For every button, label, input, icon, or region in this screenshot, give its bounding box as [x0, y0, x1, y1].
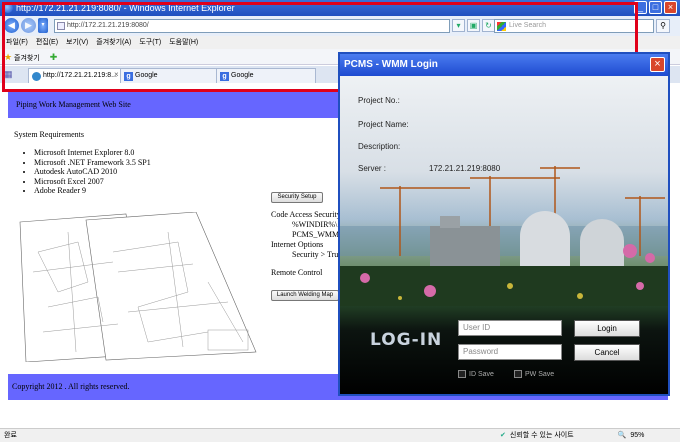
trusted-check-icon: ✔	[500, 432, 506, 439]
security-zone[interactable]: 신뢰할 수 있는 사이트	[510, 429, 574, 442]
list-item: Microsoft .NET Framework 3.5 SP1	[34, 158, 151, 168]
id-save-checkbox[interactable]: ID Save	[458, 370, 494, 378]
zoom-level[interactable]: 95%	[630, 429, 644, 442]
zoom-icon: 🔍	[617, 432, 627, 439]
remote-control-label: Remote Control	[271, 268, 323, 277]
code-access-security-label: Code Access Security	[271, 210, 341, 219]
project-name-label: Project Name:	[358, 120, 409, 129]
login-button[interactable]: Login	[574, 320, 640, 337]
project-no-label: Project No.:	[358, 96, 400, 105]
pw-save-checkbox[interactable]: PW Save	[514, 370, 554, 378]
status-right: ✔ 신뢰할 수 있는 사이트 🔍 95%	[500, 429, 644, 442]
list-item: Microsoft Internet Explorer 8.0	[34, 148, 151, 158]
power-plant-image	[340, 166, 668, 306]
checkbox-box[interactable]	[458, 370, 466, 378]
dialog-title: PCMS - WMM Login	[340, 54, 668, 76]
login-logo: LOG-IN	[370, 330, 443, 350]
cancel-button[interactable]: Cancel	[574, 344, 640, 361]
description-label: Description:	[358, 142, 401, 151]
windir-path-text: %WINDIR%\	[292, 220, 338, 229]
search-button[interactable]: ⚲	[656, 19, 670, 33]
piping-drawing-image	[19, 212, 257, 362]
maximize-button[interactable]: □	[649, 1, 662, 14]
id-save-label: ID Save	[469, 370, 494, 378]
dialog-body: Project No.: Project Name: Description: …	[340, 76, 668, 394]
internet-options-label: Internet Options	[271, 240, 324, 249]
requirements-list: Microsoft Internet Explorer 8.0 Microsof…	[26, 148, 151, 196]
status-text: 완료	[4, 432, 17, 439]
login-dialog: PCMS - WMM Login × Project No.: Project …	[338, 52, 670, 396]
user-id-input[interactable]: User ID	[458, 320, 562, 336]
list-item: Autodesk AutoCAD 2010	[34, 167, 151, 177]
close-window-button[interactable]: ×	[664, 1, 677, 14]
checkbox-box[interactable]	[514, 370, 522, 378]
security-trust-text: Security > Trus	[292, 250, 342, 259]
security-setup-button[interactable]: Security Setup	[271, 192, 323, 203]
dialog-close-button[interactable]: ×	[650, 57, 665, 72]
list-item: Adobe Reader 9	[34, 186, 151, 196]
pcms-wmm-text: PCMS_WMM	[292, 230, 340, 239]
system-requirements-title: System Requirements	[14, 130, 84, 139]
pw-save-label: PW Save	[525, 370, 555, 378]
launch-welding-map-button[interactable]: Launch Welding Map	[271, 290, 339, 301]
password-input[interactable]: Password	[458, 344, 562, 360]
window-controls: _ □ ×	[634, 1, 677, 14]
list-item: Microsoft Excel 2007	[34, 177, 151, 187]
status-bar: 완료 ✔ 신뢰할 수 있는 사이트 🔍 95%	[0, 428, 680, 442]
